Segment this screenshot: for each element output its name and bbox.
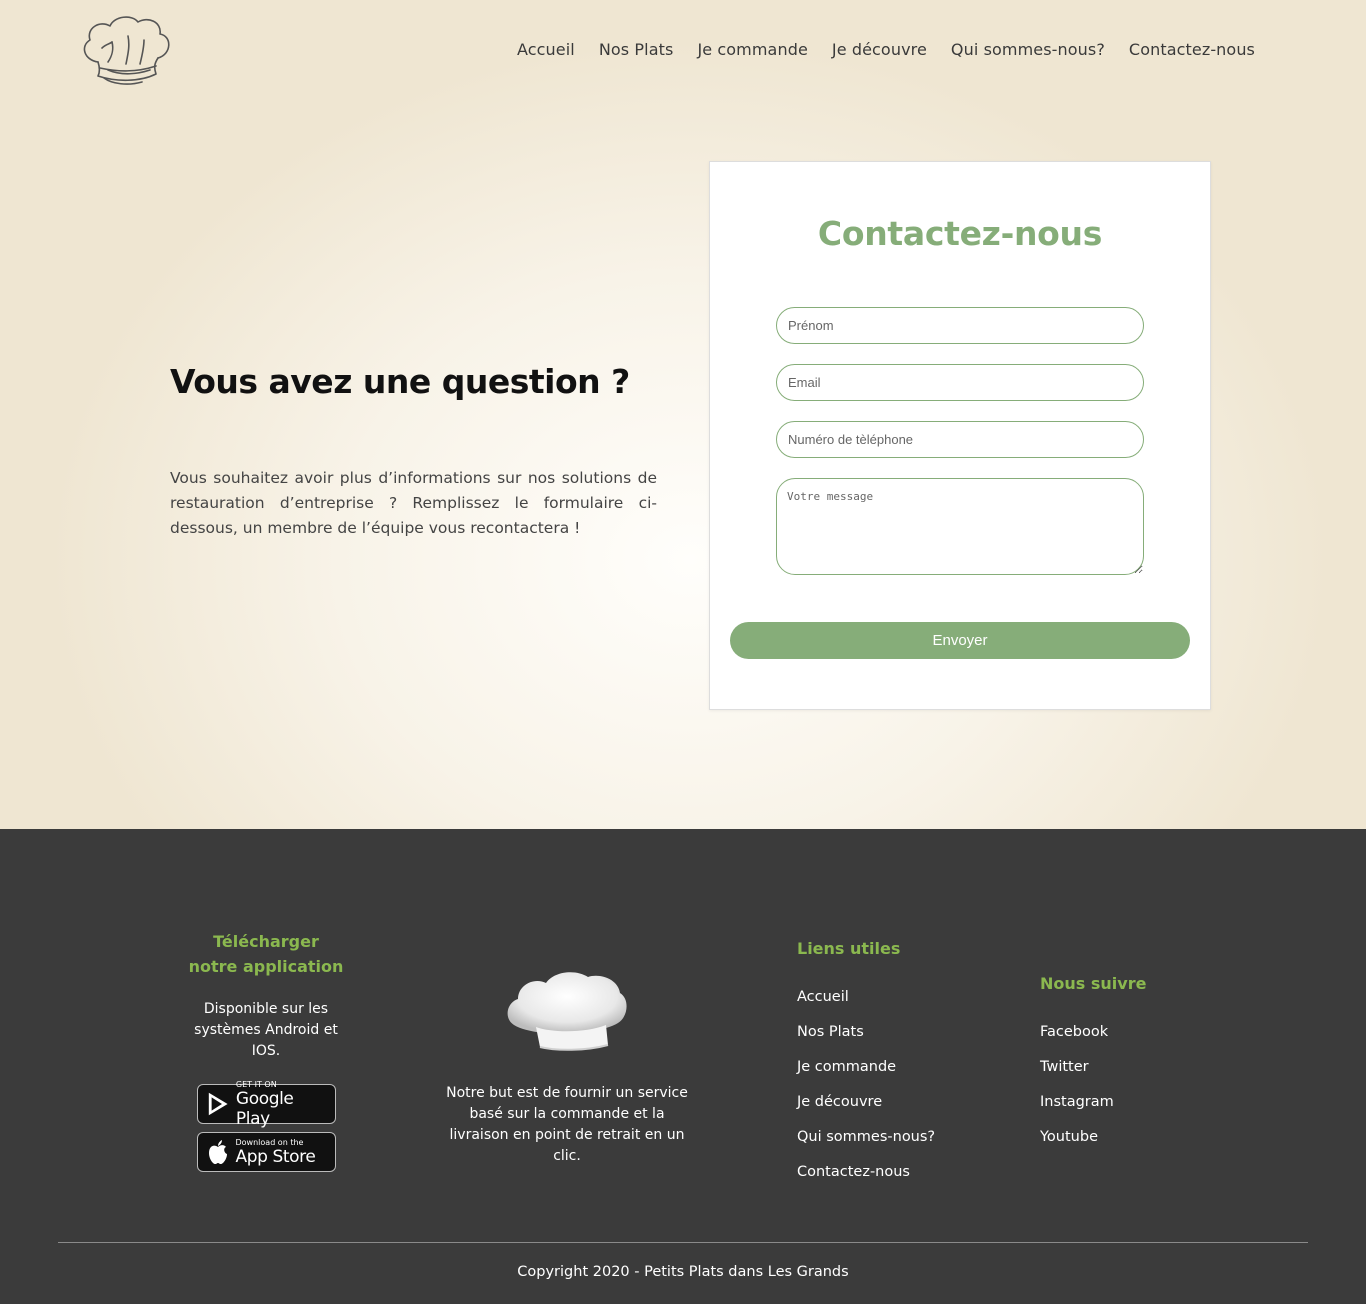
footer-link-qui-sommes-nous[interactable]: Qui sommes-nous? bbox=[797, 1129, 935, 1145]
apple-icon bbox=[208, 1140, 227, 1164]
nav-je-decouvre[interactable]: Je découvre bbox=[832, 40, 927, 59]
hero-description: Vous souhaitez avoir plus d’informations… bbox=[170, 469, 657, 537]
app-store-badge[interactable]: Download on the App Store bbox=[196, 1132, 336, 1172]
phone-field[interactable] bbox=[776, 421, 1144, 458]
chef-hat-logo-icon[interactable] bbox=[78, 12, 174, 86]
message-field[interactable] bbox=[776, 478, 1144, 575]
links-list: Accueil Nos Plats Je commande Je découvr… bbox=[797, 980, 935, 1190]
google-play-small-text: GET IT ON bbox=[235, 1079, 277, 1089]
nav-qui-sommes-nous[interactable]: Qui sommes-nous? bbox=[951, 40, 1105, 59]
mission-text: Notre but est de fournir un service basé… bbox=[446, 1085, 688, 1164]
footer-link-contactez-nous[interactable]: Contactez-nous bbox=[797, 1164, 910, 1180]
firstname-field[interactable] bbox=[776, 307, 1144, 344]
footer-mission-column: Notre but est de fournir un service basé… bbox=[446, 969, 688, 1167]
footer-link-je-commande[interactable]: Je commande bbox=[797, 1059, 896, 1075]
footer-links-column: Liens utiles Accueil Nos Plats Je comman… bbox=[797, 939, 935, 1190]
footer-follow-column: Nous suivre Facebook Twitter Instagram Y… bbox=[1040, 974, 1146, 1155]
app-section-title: Télécharger notre application bbox=[188, 932, 344, 976]
footer-link-je-decouvre[interactable]: Je découvre bbox=[797, 1094, 882, 1110]
google-play-badge[interactable]: GET IT ON Google Play bbox=[196, 1080, 336, 1129]
social-link-youtube[interactable]: Youtube bbox=[1040, 1129, 1098, 1145]
hero-title: Vous avez une question ? bbox=[170, 362, 630, 401]
copyright-text: Copyright 2020 - Petits Plats dans Les G… bbox=[517, 1264, 849, 1280]
contact-form-card: Contactez-nous Envoyer bbox=[709, 161, 1211, 710]
footer-link-nos-plats[interactable]: Nos Plats bbox=[797, 1024, 864, 1040]
links-title: Liens utiles bbox=[797, 939, 901, 958]
email-field[interactable] bbox=[776, 364, 1144, 401]
google-play-icon bbox=[208, 1092, 228, 1116]
follow-title: Nous suivre bbox=[1040, 974, 1147, 993]
chef-hat-icon bbox=[507, 972, 627, 1051]
hero-section: Accueil Nos Plats Je commande Je découvr… bbox=[0, 0, 1366, 829]
app-store-big-text: App Store bbox=[235, 1146, 316, 1167]
footer-divider bbox=[58, 1242, 1308, 1243]
nav-accueil[interactable]: Accueil bbox=[517, 40, 575, 59]
app-store-small-text: Download on the bbox=[235, 1137, 304, 1147]
social-link-twitter[interactable]: Twitter bbox=[1040, 1059, 1089, 1075]
footer-link-accueil[interactable]: Accueil bbox=[797, 989, 849, 1005]
send-button[interactable]: Envoyer bbox=[730, 622, 1190, 659]
nav-contactez-nous[interactable]: Contactez-nous bbox=[1129, 40, 1255, 59]
footer-app-column: Télécharger notre application Disponible… bbox=[186, 929, 346, 1172]
contact-form-title: Contactez-nous bbox=[817, 214, 1103, 253]
social-list: Facebook Twitter Instagram Youtube bbox=[1040, 1015, 1146, 1155]
social-link-facebook[interactable]: Facebook bbox=[1040, 1024, 1108, 1040]
social-link-instagram[interactable]: Instagram bbox=[1040, 1094, 1114, 1110]
main-nav: Accueil Nos Plats Je commande Je découvr… bbox=[505, 40, 1267, 59]
nav-je-commande[interactable]: Je commande bbox=[697, 40, 807, 59]
google-play-big-text: Google Play bbox=[235, 1088, 294, 1129]
footer: Télécharger notre application Disponible… bbox=[0, 829, 1366, 1304]
app-section-description: Disponible sur les systèmes Android et I… bbox=[194, 1001, 338, 1059]
nav-nos-plats[interactable]: Nos Plats bbox=[599, 40, 674, 59]
